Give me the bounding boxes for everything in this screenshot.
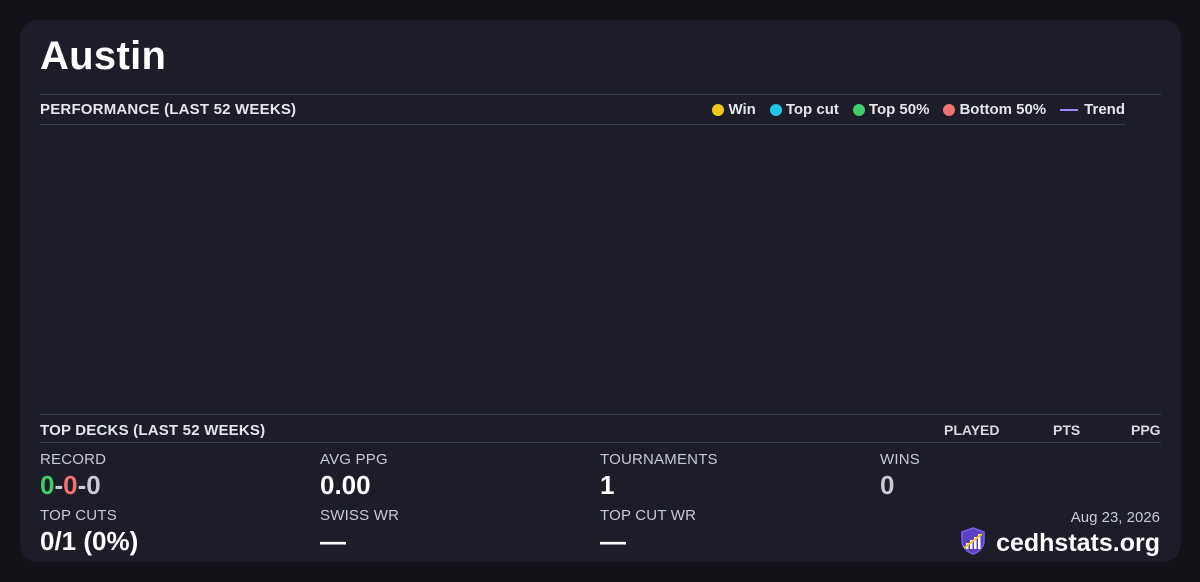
top-cuts-label: TOP CUTS [40,507,117,524]
legend-label: Bottom 50% [959,101,1047,118]
player-name: Austin [40,34,167,78]
shield-chart-icon [958,526,988,561]
legend-item-trend: Trend [1060,101,1125,118]
legend-item-top-cut: Top cut [769,101,839,118]
record-losses: 0 [63,470,78,500]
brand-name: cedhstats.org [996,529,1160,557]
top-cut-wr-value: — [600,526,626,556]
legend-item-win: Win [712,101,756,118]
divider [40,414,1161,415]
trend-line-icon [1060,108,1079,111]
player-stats-card: Austin PERFORMANCE (LAST 52 WEEKS) Win T… [20,20,1181,562]
record-label: RECORD [40,451,107,468]
top-50-dot-icon [852,103,865,116]
tournaments-label: TOURNAMENTS [600,451,718,468]
avg-ppg-label: AVG PPG [320,451,388,468]
column-header-pts: PTS [1053,422,1081,438]
avg-ppg-value: 0.00 [320,470,371,500]
top-cut-dot-icon [769,103,782,116]
record-draws: 0 [86,470,101,500]
legend-label: Win [728,101,756,118]
divider [40,94,1161,95]
legend-label: Top cut [785,101,839,118]
legend-item-bottom-50: Bottom 50% [943,101,1046,118]
divider [40,442,1161,443]
top-decks-section-label: TOP DECKS (LAST 52 WEEKS) [40,422,266,439]
swiss-wr-label: SWISS WR [320,507,400,524]
snapshot-date: Aug 23, 2026 [1070,509,1160,526]
column-header-played: PLAYED [944,422,1000,438]
legend-label: Top 50% [868,101,930,118]
performance-section-label: PERFORMANCE (LAST 52 WEEKS) [40,101,297,118]
top-cut-wr-label: TOP CUT WR [600,507,697,524]
tournaments-value: 1 [600,470,615,500]
swiss-wr-value: — [320,526,346,556]
top-cuts-value: 0/1 (0%) [40,526,139,556]
column-header-ppg: PPG [1131,422,1161,438]
wins-label: WINS [880,451,920,468]
legend-label: Trend [1084,101,1125,118]
win-dot-icon [712,103,725,116]
bottom-50-dot-icon [943,103,956,116]
chart-legend: Win Top cut Top 50% Bottom 50% Trend [712,101,1125,118]
legend-item-top-50: Top 50% [852,101,930,118]
brand[interactable]: cedhstats.org [958,526,1160,561]
record-separator: - [77,470,87,500]
record-wins: 0 [40,470,55,500]
performance-chart-area [40,125,1125,413]
wins-value: 0 [880,470,895,500]
record-separator: - [54,470,64,500]
record-value: 0-0-0 [40,470,101,501]
